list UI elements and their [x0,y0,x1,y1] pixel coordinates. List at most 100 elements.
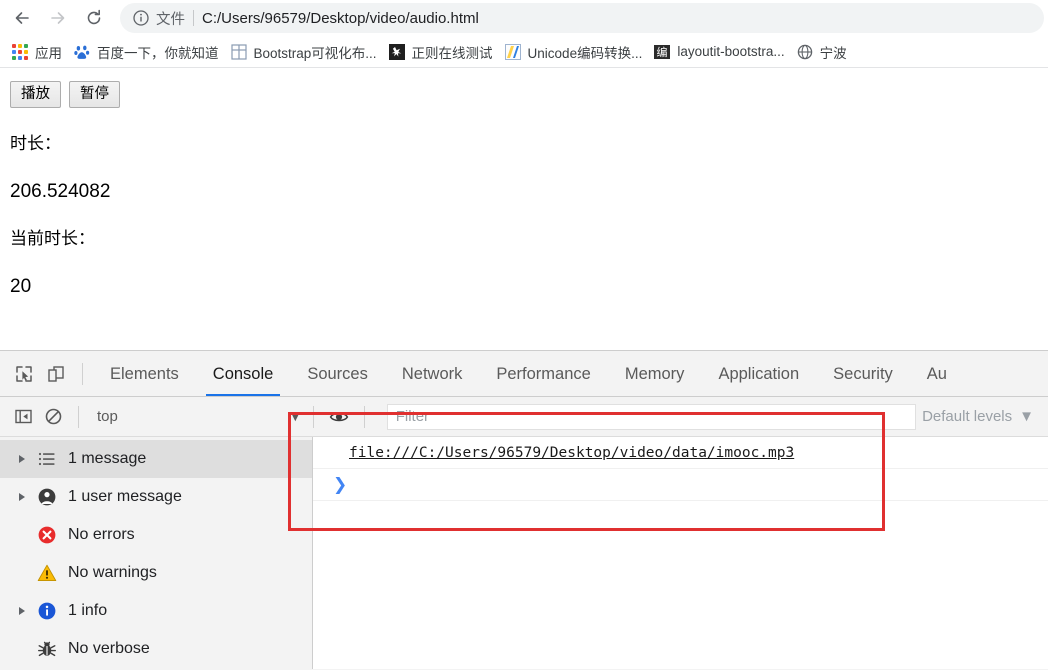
sidebar-item-errors[interactable]: No errors [0,516,312,554]
bookmark-unicode-converter[interactable]: Unicode编码转换... [499,39,649,65]
console-message-row[interactable]: file:///C:/Users/96579/Desktop/video/dat… [313,437,1048,469]
bookmarks-bar: 应用 百度一下，你就知道 Bootstrap可视化布... 正则在线测试 Uni… [0,36,1048,68]
filter-placeholder: Filter [395,408,430,425]
device-toolbar-button[interactable] [40,358,72,390]
pause-button[interactable]: 暂停 [69,81,120,109]
current-time-label: 当前时长： [10,229,95,249]
bookmark-label: 宁波 [819,45,847,61]
bookmark-apps[interactable]: 应用 [6,39,68,65]
tab-application[interactable]: Application [701,351,816,396]
live-expression-eye-icon [329,412,348,421]
apps-grid-icon [12,43,28,60]
grid-layout-icon [230,43,247,60]
tab-memory[interactable]: Memory [608,351,702,396]
reload-button[interactable] [76,2,112,34]
current-time-value: 20 [10,275,32,297]
forward-button[interactable] [40,2,76,34]
devtools-tab-bar: Elements Console Sources Network Perform… [0,351,1048,397]
console-body: 1 message 1 user message No errors No wa… [0,437,1048,669]
play-button[interactable]: 播放 [10,81,61,109]
bookmark-baidu[interactable]: 百度一下，你就知道 [68,39,225,65]
arrow-left-icon [15,12,29,24]
expand-arrow-icon[interactable] [14,493,30,501]
browser-chrome: 文件 C:/Users/96579/Desktop/video/audio.ht… [0,0,1048,68]
sidebar-item-info[interactable]: 1 info [0,592,312,630]
bookmark-layoutit-bootstrap[interactable]: 编 layoutit-bootstra... [648,39,790,65]
devtools-panel: Elements Console Sources Network Perform… [0,350,1048,670]
warning-icon [36,563,58,583]
device-toolbar-icon [48,365,64,382]
unicode-icon [504,43,521,60]
sidebar-item-label: No errors [68,526,135,543]
clear-console-icon [45,408,61,425]
bian-icon: 编 [654,44,671,60]
back-button[interactable] [4,2,40,34]
console-toolbar-divider [78,405,79,428]
tab-audits[interactable]: Au [910,351,964,396]
chevron-down-icon: ▼ [1019,408,1034,425]
log-levels-selector[interactable]: Default levels ▼ [922,408,1048,425]
sidebar-item-label: No verbose [68,640,150,657]
error-icon [36,525,58,545]
console-sidebar-toggle-button[interactable] [8,402,38,432]
sidebar-item-label: 1 message [68,450,147,467]
duration-value: 206.524082 [10,180,111,202]
duration-label: 时长： [10,134,61,154]
bookmark-bootstrap-layout[interactable]: Bootstrap可视化布... [225,39,383,65]
sidebar-item-label: 1 info [68,602,108,619]
bug-icon [36,639,58,659]
console-toolbar-divider-2 [312,405,314,428]
url-scheme-label: 文件 [156,11,185,28]
bookmark-label: Bootstrap可视化布... [253,45,377,61]
inspect-element-button[interactable] [8,358,40,390]
baidu-paw-icon [74,44,90,60]
url-text[interactable]: C:/Users/96579/Desktop/video/audio.html [202,10,479,27]
address-bar[interactable]: 文件 C:/Users/96579/Desktop/video/audio.ht… [120,3,1044,33]
regex-dark-icon [388,43,405,60]
page-content: 播放 暂停 时长： 206.524082 当前时长： 20 [0,68,1048,332]
bookmark-regex-test[interactable]: 正则在线测试 [383,39,499,65]
execution-context-selector[interactable]: top ▼ [97,408,303,425]
bookmark-ningbo[interactable]: 宁波 [791,39,853,65]
toolbar-divider [82,362,83,385]
prompt-caret-icon: ❯ [333,474,348,495]
tab-elements[interactable]: Elements [93,351,196,396]
console-message-link[interactable]: file:///C:/Users/96579/Desktop/video/dat… [349,445,794,461]
tab-network[interactable]: Network [385,351,480,396]
console-message-list[interactable]: file:///C:/Users/96579/Desktop/video/dat… [313,437,1048,669]
inspect-element-icon [16,365,32,382]
info-icon [36,601,58,621]
reload-icon [87,9,101,25]
bookmark-label: 百度一下，你就知道 [97,45,219,61]
browser-toolbar: 文件 C:/Users/96579/Desktop/video/audio.ht… [0,0,1048,36]
sidebar-item-label: 1 user message [68,488,182,505]
info-circle-icon[interactable] [132,9,150,27]
console-toolbar: top ▼ Filter Default levels ▼ [0,397,1048,437]
bookmark-label: 应用 [35,45,62,61]
tab-security[interactable]: Security [816,351,910,396]
chevron-down-icon: ▼ [287,408,303,425]
sidebar-item-user-messages[interactable]: 1 user message [0,478,312,516]
media-controls: 播放 暂停 [10,81,1038,109]
bookmark-label: Unicode编码转换... [527,45,643,61]
list-icon [36,449,58,469]
tab-performance[interactable]: Performance [479,351,607,396]
bookmark-label: layoutit-bootstra... [677,44,785,59]
expand-arrow-icon[interactable] [14,455,30,463]
execution-context-label: top [97,408,118,425]
arrow-right-icon [51,12,65,24]
bookmark-label: 正则在线测试 [411,45,493,61]
console-prompt-row[interactable]: ❯ [313,469,1048,501]
log-levels-label: Default levels [922,408,1013,425]
sidebar-item-warnings[interactable]: No warnings [0,554,312,592]
user-icon [36,487,58,507]
sidebar-item-verbose[interactable]: No verbose [0,630,312,668]
tab-sources[interactable]: Sources [290,351,385,396]
clear-console-button[interactable] [38,402,68,432]
tab-console[interactable]: Console [196,351,291,396]
live-expression-button[interactable] [324,402,354,432]
console-filter-input[interactable]: Filter [386,403,917,430]
url-scheme-separator [193,10,194,26]
sidebar-item-messages[interactable]: 1 message [0,440,312,478]
expand-arrow-icon[interactable] [14,607,30,615]
